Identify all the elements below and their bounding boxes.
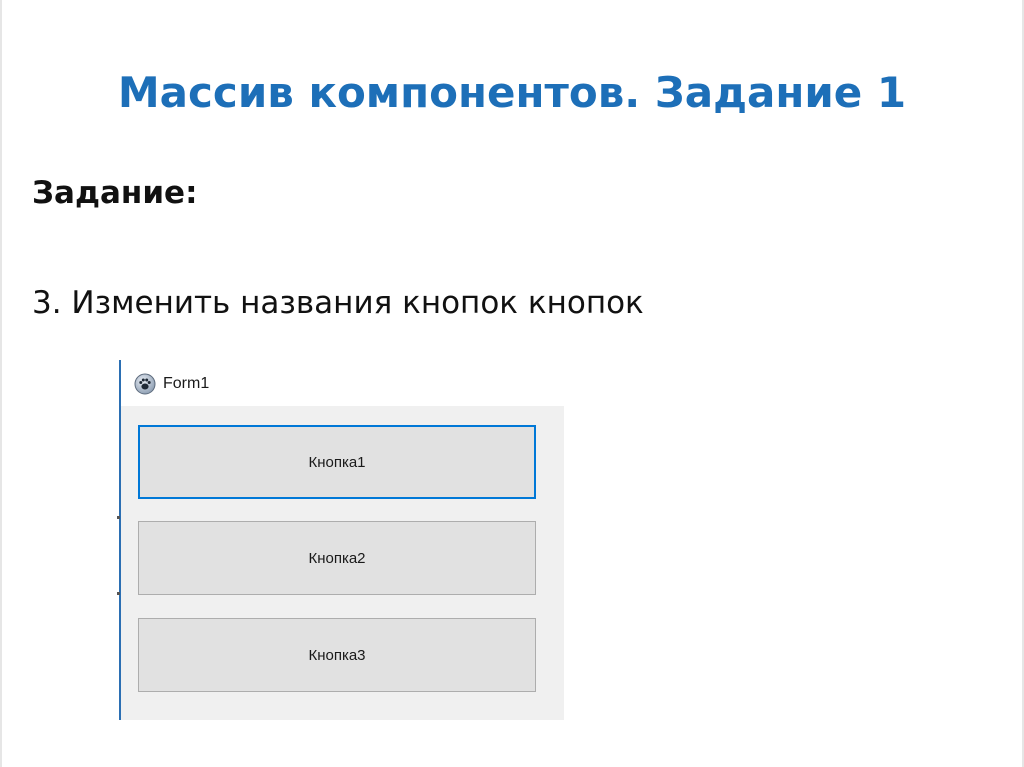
task-heading: Задание:: [32, 175, 198, 211]
button-knopka3[interactable]: Кнопка3: [138, 618, 536, 692]
slide-title: Массив компонентов. Задание 1: [117, 68, 907, 117]
screenshot-tick-mark: [117, 516, 120, 519]
button-knopka2[interactable]: Кнопка2: [138, 521, 536, 595]
window-title: Form1: [163, 375, 210, 392]
form-window: Form1 Кнопка1 Кнопка2 Кнопка3: [121, 366, 564, 720]
screenshot-tick-mark: [117, 592, 120, 595]
window-titlebar[interactable]: Form1: [121, 366, 564, 406]
task-item: 3. Изменить названия кнопок кнопок: [32, 285, 644, 321]
app-paw-icon: [134, 373, 156, 395]
slide: Массив компонентов. Задание 1 Задание: 3…: [0, 0, 1024, 767]
button-knopka1[interactable]: Кнопка1: [138, 425, 536, 499]
window-client-area: Кнопка1 Кнопка2 Кнопка3: [121, 406, 564, 720]
